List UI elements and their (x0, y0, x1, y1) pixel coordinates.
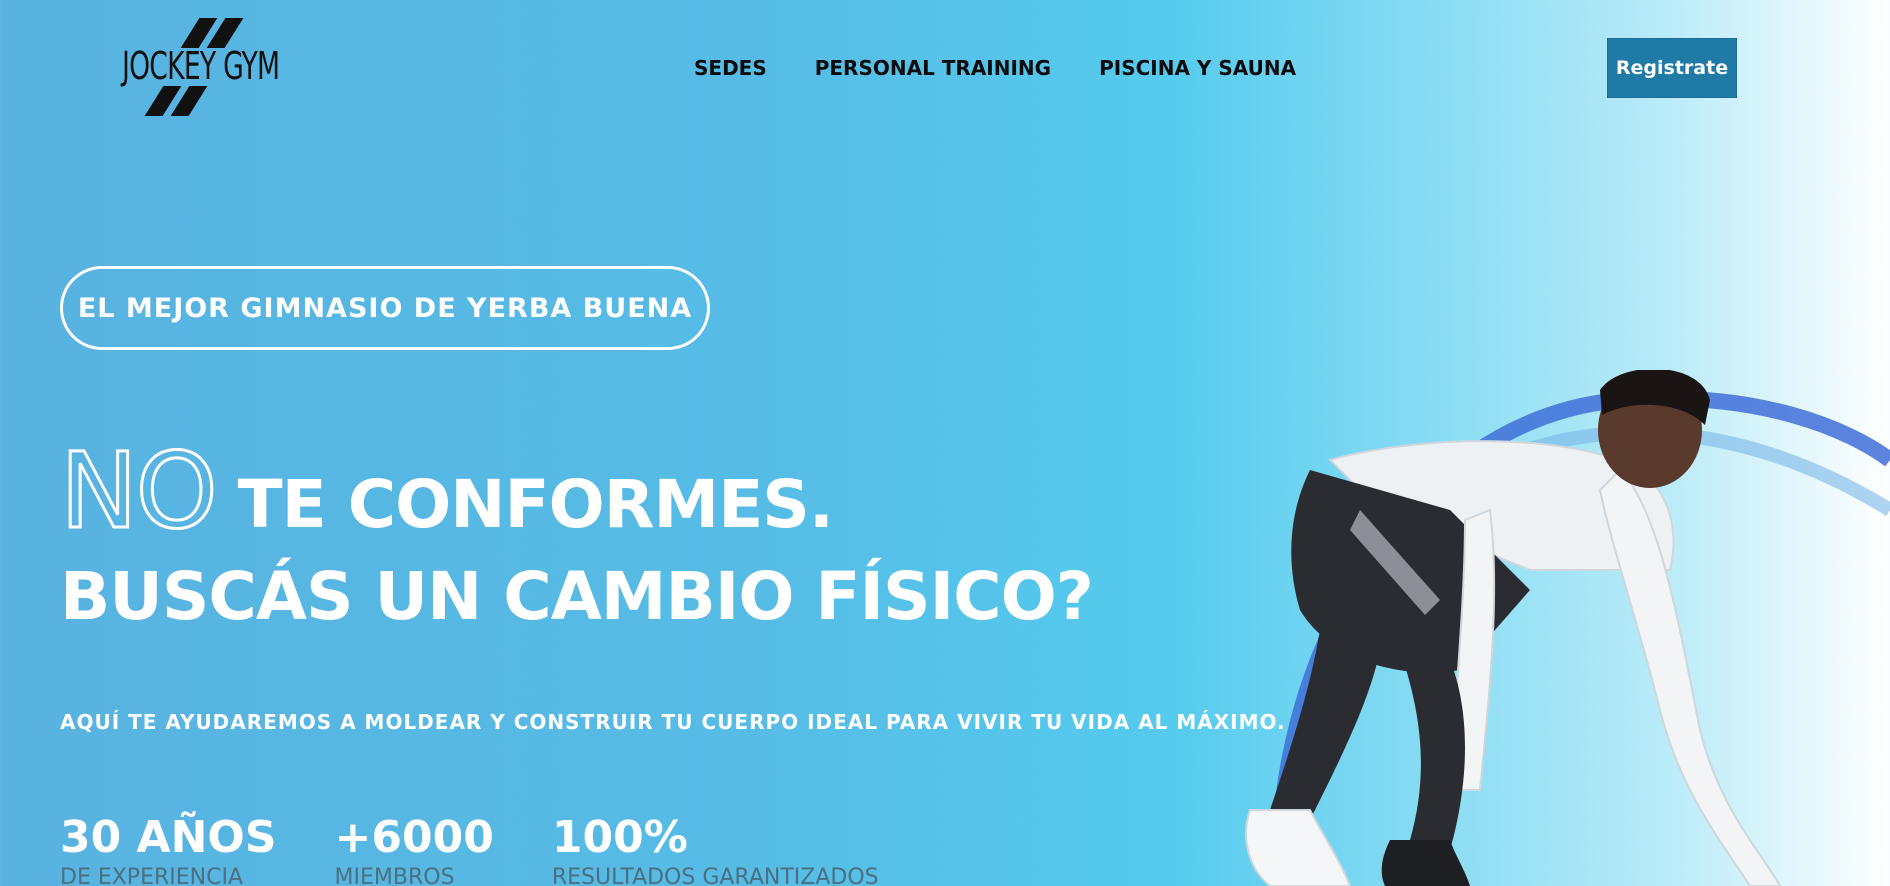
site-header: JOCKEY GYM SEDES PERSONAL TRAINING PISCI… (0, 0, 1890, 140)
nav-item-piscina-y-sauna[interactable]: PISCINA Y SAUNA (1099, 56, 1296, 80)
headline-line-2: BUSCÁS UN CAMBIO FÍSICO? (60, 558, 1094, 635)
stat-value: +6000 (334, 812, 494, 863)
stat-results: 100% RESULTADOS GARANTIZADOS (552, 812, 879, 886)
hero-stats: 30 AÑOS DE EXPERIENCIA +6000 MIEMBROS 10… (60, 812, 879, 886)
hero-subtitle: AQUÍ TE AYUDAREMOS A MOLDEAR Y CONSTRUIR… (60, 710, 1286, 734)
stat-experience: 30 AÑOS DE EXPERIENCIA (60, 812, 277, 886)
jockey-gym-logo[interactable]: JOCKEY GYM (118, 16, 318, 120)
headline-outline-word: NO (59, 429, 220, 554)
stat-label: DE EXPERIENCIA (60, 865, 244, 886)
nav-item-personal-training[interactable]: PERSONAL TRAINING (815, 56, 1051, 80)
logo-text: JOCKEY GYM (122, 44, 280, 88)
headline-line-1: NO TE CONFORMES. (59, 429, 1093, 554)
headline-line-1-text: TE CONFORMES. (237, 466, 834, 543)
stat-value: 30 AÑOS (60, 812, 277, 863)
hero-badge: EL MEJOR GIMNASIO DE YERBA BUENA (60, 266, 710, 350)
main-nav: SEDES PERSONAL TRAINING PISCINA Y SAUNA (694, 56, 1296, 80)
stat-members: +6000 MIEMBROS (335, 812, 494, 886)
nav-item-sedes[interactable]: SEDES (694, 56, 767, 80)
stat-value: 100% (551, 812, 688, 863)
stat-label: MIEMBROS (334, 865, 455, 886)
athlete-hero-image (1245, 370, 1890, 886)
hero-headline: NO TE CONFORMES. BUSCÁS UN CAMBIO FÍSICO… (59, 429, 1094, 636)
register-button[interactable]: Registrate (1607, 38, 1737, 98)
stat-label: RESULTADOS GARANTIZADOS (551, 865, 879, 886)
